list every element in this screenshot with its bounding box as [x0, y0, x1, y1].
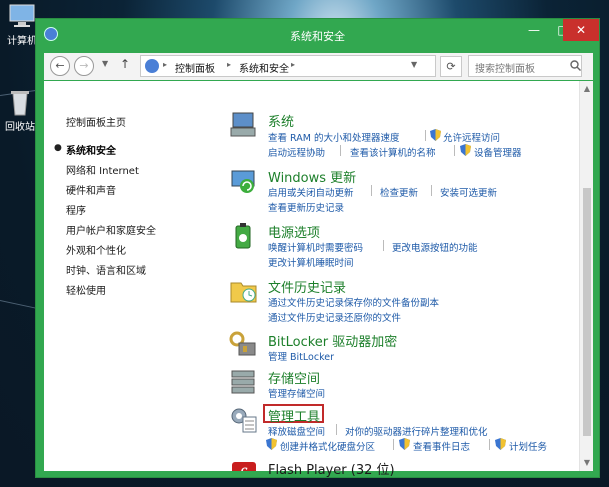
sidebar-item-network[interactable]: 网络和 Internet: [66, 162, 139, 177]
category-title-windows-update[interactable]: Windows 更新: [268, 167, 356, 186]
link-separator: [383, 240, 384, 251]
refresh-button[interactable]: ⟳: [440, 56, 462, 77]
link-separator: [425, 130, 426, 141]
link-auto-update[interactable]: 启用或关闭自动更新: [268, 185, 354, 199]
category-title-system[interactable]: 系统: [268, 111, 294, 130]
link-scheduled-tasks[interactable]: 计划任务: [509, 439, 547, 453]
link-remote-assistance[interactable]: 启动远程协助: [268, 145, 325, 159]
back-button[interactable]: ←: [50, 56, 70, 76]
category-title-admin-tools[interactable]: 管理工具: [268, 406, 320, 425]
link-wake-password[interactable]: 唤醒计算机时需要密码: [268, 240, 363, 254]
uac-shield-icon: [266, 438, 277, 450]
sidebar-item-home[interactable]: 控制面板主页: [66, 114, 126, 129]
windows-update-icon: [229, 167, 259, 195]
link-update-history[interactable]: 查看更新历史记录: [268, 200, 344, 214]
scroll-down-arrow[interactable]: ▼: [582, 458, 592, 468]
link-separator: [489, 439, 490, 450]
recent-locations-dropdown[interactable]: ▼: [102, 59, 108, 68]
address-bar: ← → ▼ ↑ ▸ 控制面板 ▸ 系统和安全 ▸ ▼ ⟳ 搜索控制面板: [44, 53, 593, 80]
recycle-bin-icon: [5, 88, 35, 116]
search-input[interactable]: 搜索控制面板: [468, 55, 582, 77]
link-disk-cleanup[interactable]: 释放磁盘空间: [268, 424, 325, 438]
link-separator: [454, 145, 455, 156]
power-options-icon: [229, 222, 259, 250]
sidebar-item-programs[interactable]: 程序: [66, 202, 86, 217]
scroll-up-arrow[interactable]: ▲: [582, 84, 592, 94]
link-create-partitions[interactable]: 创建并格式化硬盘分区: [280, 439, 375, 453]
sidebar-item-hardware-sound[interactable]: 硬件和声音: [66, 182, 116, 197]
close-button[interactable]: ✕: [563, 19, 599, 41]
breadcrumb[interactable]: ▸ 控制面板 ▸ 系统和安全 ▸ ▼: [140, 55, 436, 77]
wallpaper-streak: [0, 300, 40, 310]
window-title: 系统和安全: [290, 30, 345, 43]
flash-player-icon: f: [229, 461, 259, 471]
link-separator: [336, 424, 337, 435]
link-power-button-function[interactable]: 更改电源按钮的功能: [392, 240, 478, 254]
forward-button[interactable]: →: [74, 56, 94, 76]
link-optional-updates[interactable]: 安装可选更新: [440, 185, 497, 199]
breadcrumb-control-panel[interactable]: 控制面板: [175, 60, 215, 75]
sidebar-item-system-security[interactable]: 系统和安全: [66, 142, 116, 157]
link-manage-storage[interactable]: 管理存储空间: [268, 386, 325, 400]
link-separator: [340, 145, 341, 156]
control-panel-icon: [145, 59, 159, 73]
category-title-bitlocker[interactable]: BitLocker 驱动器加密: [268, 331, 397, 350]
category-title-file-history[interactable]: 文件历史记录: [268, 277, 346, 296]
link-remote-access[interactable]: 允许远程访问: [443, 130, 500, 144]
content-area: 控制面板主页 ● 系统和安全 网络和 Internet 硬件和声音 程序 用户帐…: [44, 81, 593, 478]
uac-shield-icon: [399, 438, 410, 450]
link-view-ram[interactable]: 查看 RAM 的大小和处理器速度: [268, 130, 399, 144]
category-title-flash-player[interactable]: Flash Player (32 位): [268, 459, 395, 478]
link-save-backup[interactable]: 通过文件历史记录保存你的文件备份副本: [268, 295, 439, 309]
link-separator: [431, 185, 432, 196]
uac-shield-icon: [495, 438, 506, 450]
desktop-icon-label: 回收站: [5, 122, 35, 133]
sidebar: 控制面板主页 ● 系统和安全 网络和 Internet 硬件和声音 程序 用户帐…: [44, 81, 224, 471]
file-history-icon: [229, 277, 259, 305]
sidebar-item-user-accounts[interactable]: 用户帐户和家庭安全: [66, 222, 156, 237]
link-separator: [393, 439, 394, 450]
storage-spaces-icon: [229, 368, 259, 396]
breadcrumb-system-security[interactable]: 系统和安全: [239, 60, 289, 75]
link-restore-files[interactable]: 通过文件历史记录还原你的文件: [268, 310, 401, 324]
title-bar[interactable]: 系统和安全 — □ ✕: [36, 19, 599, 51]
sidebar-item-ease-of-access[interactable]: 轻松使用: [66, 282, 106, 297]
link-device-manager[interactable]: 设备管理器: [474, 145, 522, 159]
search-icon[interactable]: [570, 60, 581, 74]
category-title-storage-spaces[interactable]: 存储空间: [268, 368, 320, 387]
category-title-power-options[interactable]: 电源选项: [268, 222, 320, 241]
system-icon: [229, 111, 259, 139]
scroll-thumb[interactable]: [583, 188, 591, 436]
minimize-button[interactable]: —: [519, 19, 549, 41]
control-panel-window: 系统和安全 — □ ✕ ← → ▼ ↑ ▸ 控制面板 ▸ 系统和安全 ▸ ▼ ⟳…: [35, 18, 600, 478]
link-check-updates[interactable]: 检查更新: [380, 185, 418, 199]
desktop-icon-recycle-bin[interactable]: 回收站: [0, 88, 40, 133]
sidebar-item-appearance[interactable]: 外观和个性化: [66, 242, 126, 257]
link-computer-name[interactable]: 查看该计算机的名称: [350, 145, 436, 159]
uac-shield-icon: [460, 144, 471, 156]
address-dropdown[interactable]: ▼: [411, 60, 417, 69]
computer-icon: [7, 2, 37, 30]
current-item-bullet: ●: [54, 143, 62, 153]
category-list: 系统 查看 RAM 的大小和处理器速度 允许远程访问 启动远程协助 查看该计算机…: [224, 81, 579, 478]
sidebar-item-clock-language[interactable]: 时钟、语言和区域: [66, 262, 146, 277]
link-event-log[interactable]: 查看事件日志: [413, 439, 470, 453]
bitlocker-icon: [229, 331, 259, 359]
link-separator: [371, 185, 372, 196]
admin-tools-icon: [229, 406, 259, 434]
link-manage-bitlocker[interactable]: 管理 BitLocker: [268, 349, 334, 363]
vertical-scrollbar[interactable]: ▲ ▼: [579, 81, 593, 471]
link-defrag[interactable]: 对你的驱动器进行碎片整理和优化: [345, 424, 488, 438]
up-button[interactable]: ↑: [120, 57, 130, 71]
uac-shield-icon: [430, 129, 441, 141]
link-sleep-time[interactable]: 更改计算机睡眠时间: [268, 255, 354, 269]
